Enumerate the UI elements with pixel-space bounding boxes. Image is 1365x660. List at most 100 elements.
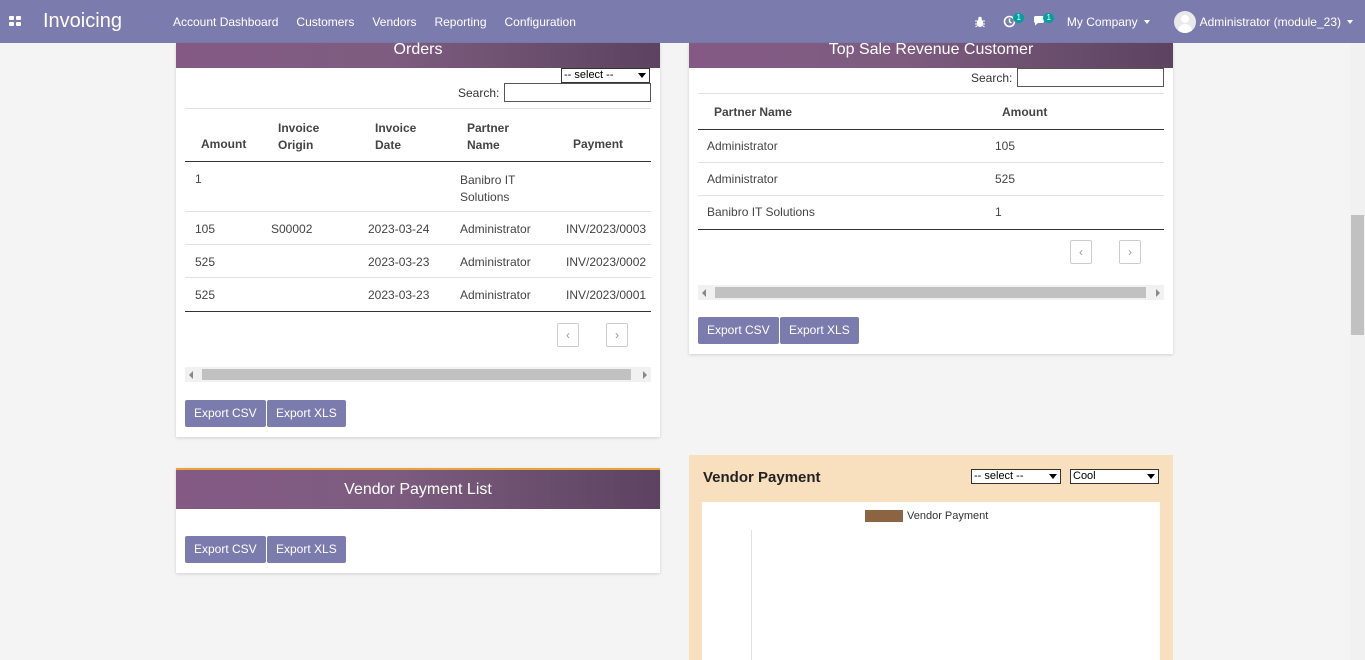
menu-customers[interactable]: Customers xyxy=(287,15,363,29)
orders-card-title: Orders xyxy=(176,42,660,68)
table-cell: 525 xyxy=(195,288,216,302)
row-divider xyxy=(185,244,651,245)
orders-prev-button[interactable]: ‹ xyxy=(557,323,579,347)
page-vertical-scrollbar[interactable] xyxy=(1350,43,1365,660)
orders-horizontal-scrollbar[interactable] xyxy=(185,367,651,382)
scrollbar-thumb[interactable] xyxy=(1351,215,1364,335)
user-name: Administrator (module_23) xyxy=(1199,14,1341,29)
vendor-payment-theme-select[interactable]: Cool xyxy=(1070,469,1159,484)
chevron-down-icon xyxy=(1347,19,1353,24)
top-customer-export-xls-button[interactable]: Export XLS xyxy=(780,317,859,344)
orders-export-xls-button[interactable]: Export XLS xyxy=(267,400,346,427)
top-customer-export-csv-button[interactable]: Export CSV xyxy=(698,317,779,344)
avatar xyxy=(1173,10,1196,33)
messages-chat-icon[interactable]: 1 xyxy=(1025,0,1055,43)
scroll-left-icon[interactable] xyxy=(702,289,706,297)
chevron-down-icon xyxy=(1143,20,1150,25)
orders-search-label: Search: xyxy=(458,86,500,100)
orders-col-payment[interactable]: Payment xyxy=(573,137,623,151)
vendor-payment-list-export-csv-button[interactable]: Export CSV xyxy=(185,536,266,563)
debug-bug-icon[interactable] xyxy=(965,0,995,43)
activity-badge: 1 xyxy=(1013,13,1024,23)
activity-clock-icon[interactable]: 1 xyxy=(995,0,1025,43)
orders-col-invoice-origin[interactable]: Invoice Origin xyxy=(278,120,333,154)
table-cell: Administrator xyxy=(460,288,531,302)
table-cell: 525 xyxy=(195,255,216,269)
table-cell: S00002 xyxy=(271,222,313,236)
table-bottom-border xyxy=(698,229,1164,230)
vendor-payment-period-select[interactable]: -- select -- xyxy=(971,469,1061,484)
orders-col-invoice-date[interactable]: Invoice Date xyxy=(375,120,430,154)
vendor-payment-chart-svg: Vendor Payment xyxy=(751,510,988,660)
row-divider xyxy=(185,211,651,212)
orders-col-amount[interactable]: Amount xyxy=(201,137,246,151)
messages-badge: 1 xyxy=(1043,13,1054,23)
top-customer-next-button[interactable]: › xyxy=(1119,240,1141,264)
table-cell: Administrator xyxy=(460,255,531,269)
main-menu: Account Dashboard Customers Vendors Repo… xyxy=(164,0,585,43)
top-customer-header-top-border xyxy=(698,93,1164,94)
scrollbar-thumb[interactable] xyxy=(715,287,1146,298)
table-cell: 105 xyxy=(995,139,1016,153)
table-cell: 1 xyxy=(995,205,1002,219)
legend-label: Vendor Payment xyxy=(907,510,988,522)
table-cell: 105 xyxy=(195,222,216,236)
vendor-payment-title: Vendor Payment xyxy=(703,469,821,486)
table-cell: INV/2023/0003 xyxy=(566,222,647,236)
top-navbar: Invoicing Account Dashboard Customers Ve… xyxy=(0,0,1365,43)
table-cell: Banibro IT Solutions xyxy=(460,173,516,204)
menu-reporting[interactable]: Reporting xyxy=(425,15,495,29)
table-cell: 2023-03-23 xyxy=(368,255,430,269)
table-cell: INV/2023/0002 xyxy=(566,255,647,269)
legend-swatch[interactable] xyxy=(865,510,903,522)
app-brand[interactable]: Invoicing xyxy=(43,10,122,33)
orders-header-top-border xyxy=(185,108,651,109)
orders-next-button[interactable]: › xyxy=(606,323,628,347)
table-cell: Administrator xyxy=(707,139,778,153)
scroll-left-icon[interactable] xyxy=(189,371,193,379)
menu-configuration[interactable]: Configuration xyxy=(496,15,585,29)
orders-col-partner-name[interactable]: Partner Name xyxy=(467,120,522,154)
top-customer-col-partner-name[interactable]: Partner Name xyxy=(714,105,792,119)
user-menu[interactable]: Administrator (module_23) xyxy=(1173,10,1353,33)
vendor-payment-list-title: Vendor Payment List xyxy=(176,470,660,509)
row-divider xyxy=(698,195,1164,196)
vendor-payment-card: Vendor Payment -- select -- Cool Vendor … xyxy=(689,455,1173,660)
apps-menu-icon[interactable] xyxy=(9,16,21,26)
table-cell: 2023-03-23 xyxy=(368,288,430,302)
table-bottom-border xyxy=(185,311,651,312)
table-cell: Banibro IT Solutions xyxy=(707,205,815,219)
company-switcher[interactable]: My Company xyxy=(1067,15,1150,29)
vendor-payment-list-export-xls-button[interactable]: Export XLS xyxy=(267,536,346,563)
scrollbar-thumb[interactable] xyxy=(202,369,631,380)
orders-length-select[interactable]: -- select -- xyxy=(561,68,650,83)
top-customer-horizontal-scrollbar[interactable] xyxy=(698,285,1164,300)
scroll-right-icon[interactable] xyxy=(1156,289,1160,297)
top-customer-search-input[interactable] xyxy=(1017,68,1164,87)
vendor-payment-list-card: Vendor Payment List Export CSV Export XL… xyxy=(176,468,660,573)
table-cell: Administrator xyxy=(707,172,778,186)
orders-export-csv-button[interactable]: Export CSV xyxy=(185,400,266,427)
orders-header-bottom-border xyxy=(185,161,651,162)
top-customer-col-amount[interactable]: Amount xyxy=(1002,105,1047,119)
vendor-payment-chart: Vendor Payment xyxy=(702,502,1160,660)
table-cell: 2023-03-24 xyxy=(368,222,430,236)
table-cell: Administrator xyxy=(460,222,531,236)
navbar-systray: 1 1 My Company Administrator (module_23) xyxy=(965,0,1365,43)
row-divider xyxy=(698,162,1164,163)
top-customer-search-label: Search: xyxy=(971,71,1013,85)
orders-card: Orders -- select -- Search: Amount Invoi… xyxy=(176,42,660,437)
orders-search-input[interactable] xyxy=(504,83,651,102)
menu-account-dashboard[interactable]: Account Dashboard xyxy=(164,15,287,29)
top-customer-card-title: Top Sale Revenue Customer xyxy=(689,42,1173,68)
row-divider xyxy=(185,277,651,278)
top-customer-prev-button[interactable]: ‹ xyxy=(1070,240,1092,264)
top-customer-card: Top Sale Revenue Customer Search: Partne… xyxy=(689,42,1173,354)
table-cell: 1 xyxy=(195,172,202,186)
menu-vendors[interactable]: Vendors xyxy=(363,15,425,29)
table-cell: 525 xyxy=(995,172,1016,186)
table-cell: INV/2023/0001 xyxy=(566,288,647,302)
top-customer-header-bottom-border xyxy=(698,129,1164,130)
company-name: My Company xyxy=(1066,14,1138,29)
scroll-right-icon[interactable] xyxy=(643,371,647,379)
